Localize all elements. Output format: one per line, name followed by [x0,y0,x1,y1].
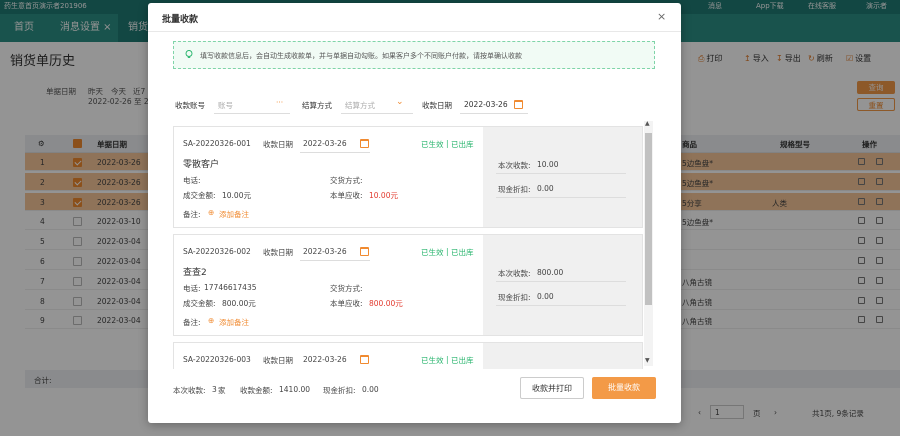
footer-count-value: 3 [212,385,217,394]
card-3-status-sep: | [446,355,449,364]
footer-amount-value: 1410.00 [279,385,311,394]
card-1-this-input[interactable]: 10.00 [537,160,558,169]
date-label: 收款日期 [422,101,452,110]
receive-and-print-button[interactable]: 收款并打印 [520,377,584,399]
card-1-order-no: SA-20220326-001 [183,139,251,148]
card-3-status-shipped: 已出库 [451,356,474,365]
chevron-down-icon[interactable]: ⌄ [396,97,404,107]
card-2-status-effective: 已生效 [421,248,444,257]
footer-discount-label: 现金折扣: [323,386,356,395]
footer-discount-value: 0.00 [362,385,379,394]
card-2-add-icon[interactable]: ⊕ [208,316,214,325]
card-2-receivable: 800.00元 [369,299,403,308]
card-2-date-label: 收款日期 [263,248,293,257]
card-1-calendar-icon[interactable] [360,139,369,148]
card-3-order-no: SA-20220326-003 [183,355,251,364]
card-2-amount: 800.00元 [222,299,256,308]
card-2-status-sep: | [446,247,449,256]
card-2-date-input[interactable]: 2022-03-26 [303,247,347,256]
card-2-calendar-icon[interactable] [360,247,369,256]
card-2-discount-label: 现金折扣: [498,293,531,302]
card-2-add-remark[interactable]: 添加备注 [219,317,249,328]
method-select[interactable]: 结算方式 [345,100,375,111]
card-1-date-input[interactable]: 2022-03-26 [303,139,347,148]
account-underline [214,113,290,114]
card-1-status-shipped: 已出库 [451,140,474,149]
card-2-delivery-label: 交货方式: [330,284,363,293]
card-1-date-underline [300,152,370,153]
card-2-this-input[interactable]: 800.00 [537,268,563,277]
card-1-amount: 10.00元 [222,191,251,200]
modal-title: 批量收款 [162,15,199,25]
card-1-this-underline [496,173,626,174]
card-2-date-underline [300,260,370,261]
card-1-status-sep: | [446,139,449,148]
card-1-payment-panel [483,127,642,227]
card-1-customer: 零散客户 [183,160,220,170]
card-1-this-label: 本次收款: [498,161,531,170]
account-label: 收款账号 [175,101,205,110]
card-1-receivable-label: 本单应收: [330,191,363,200]
method-label: 结算方式 [302,101,332,110]
card-1-discount-underline [496,197,626,198]
close-icon[interactable]: × [657,10,666,23]
card-2-status-shipped: 已出库 [451,248,474,257]
card-2-phone: 17746617435 [204,283,257,292]
tip-text: 填写收款信息后，会自动生成收款单，并与单据自动勾账。如果客户多个不同账户付款，请… [200,52,522,60]
card-1-add-remark[interactable]: 添加备注 [219,209,249,220]
card-2-order-no: SA-20220326-002 [183,247,251,256]
card-2-payment-panel [483,235,642,335]
card-1-amount-label: 成交金额: [183,191,216,200]
account-input[interactable]: 账号 [218,100,233,111]
card-1-date-label: 收款日期 [263,140,293,149]
card-2-customer: 查查2 [183,268,207,278]
card-1-discount-label: 现金折扣: [498,185,531,194]
card-1-discount-input[interactable]: 0.00 [537,184,554,193]
card-1-remark-label: 备注: [183,210,201,219]
card-1-status-effective: 已生效 [421,140,444,149]
card-3-date-input[interactable]: 2022-03-26 [303,355,347,364]
card-2-receivable-label: 本单应收: [330,299,363,308]
card-1-delivery-label: 交货方式: [330,176,363,185]
card-1-phone-label: 电话: [183,176,201,185]
scroll-down-arrow-icon[interactable]: ▼ [645,357,650,364]
card-2-discount-underline [496,305,626,306]
footer-count-label: 本次收款: [173,386,206,395]
footer-count-unit: 家 [218,386,226,395]
scrollbar-thumb[interactable] [645,133,652,305]
method-underline [341,113,413,114]
card-2-remark-label: 备注: [183,318,201,327]
card-3-date-label: 收款日期 [263,356,293,365]
card-3-status-effective: 已生效 [421,356,444,365]
calendar-icon[interactable] [514,100,523,109]
card-2-this-underline [496,281,626,282]
card-2-this-label: 本次收款: [498,269,531,278]
card-1-receivable: 10.00元 [369,191,398,200]
card-1-add-icon[interactable]: ⊕ [208,208,214,217]
card-2-amount-label: 成交金额: [183,299,216,308]
modal-title-divider [148,31,681,32]
batch-receive-button[interactable]: 批量收款 [592,377,656,399]
footer-amount-label: 收款金额: [240,386,273,395]
card-2-discount-input[interactable]: 0.00 [537,292,554,301]
scroll-up-arrow-icon[interactable]: ▲ [645,120,650,127]
card-2-phone-label: 电话: [183,284,201,293]
lightbulb-icon [185,50,193,58]
card-3-calendar-icon[interactable] [360,355,369,364]
date-input[interactable]: 2022-03-26 [464,100,508,109]
batch-receipt-modal: 批量收款 × 填写收款信息后，会自动生成收款单，并与单据自动勾账。如果客户多个不… [148,3,681,423]
date-underline [460,113,528,114]
card-3-payment-panel [483,343,642,369]
ellipsis-icon[interactable]: ··· [276,98,283,107]
